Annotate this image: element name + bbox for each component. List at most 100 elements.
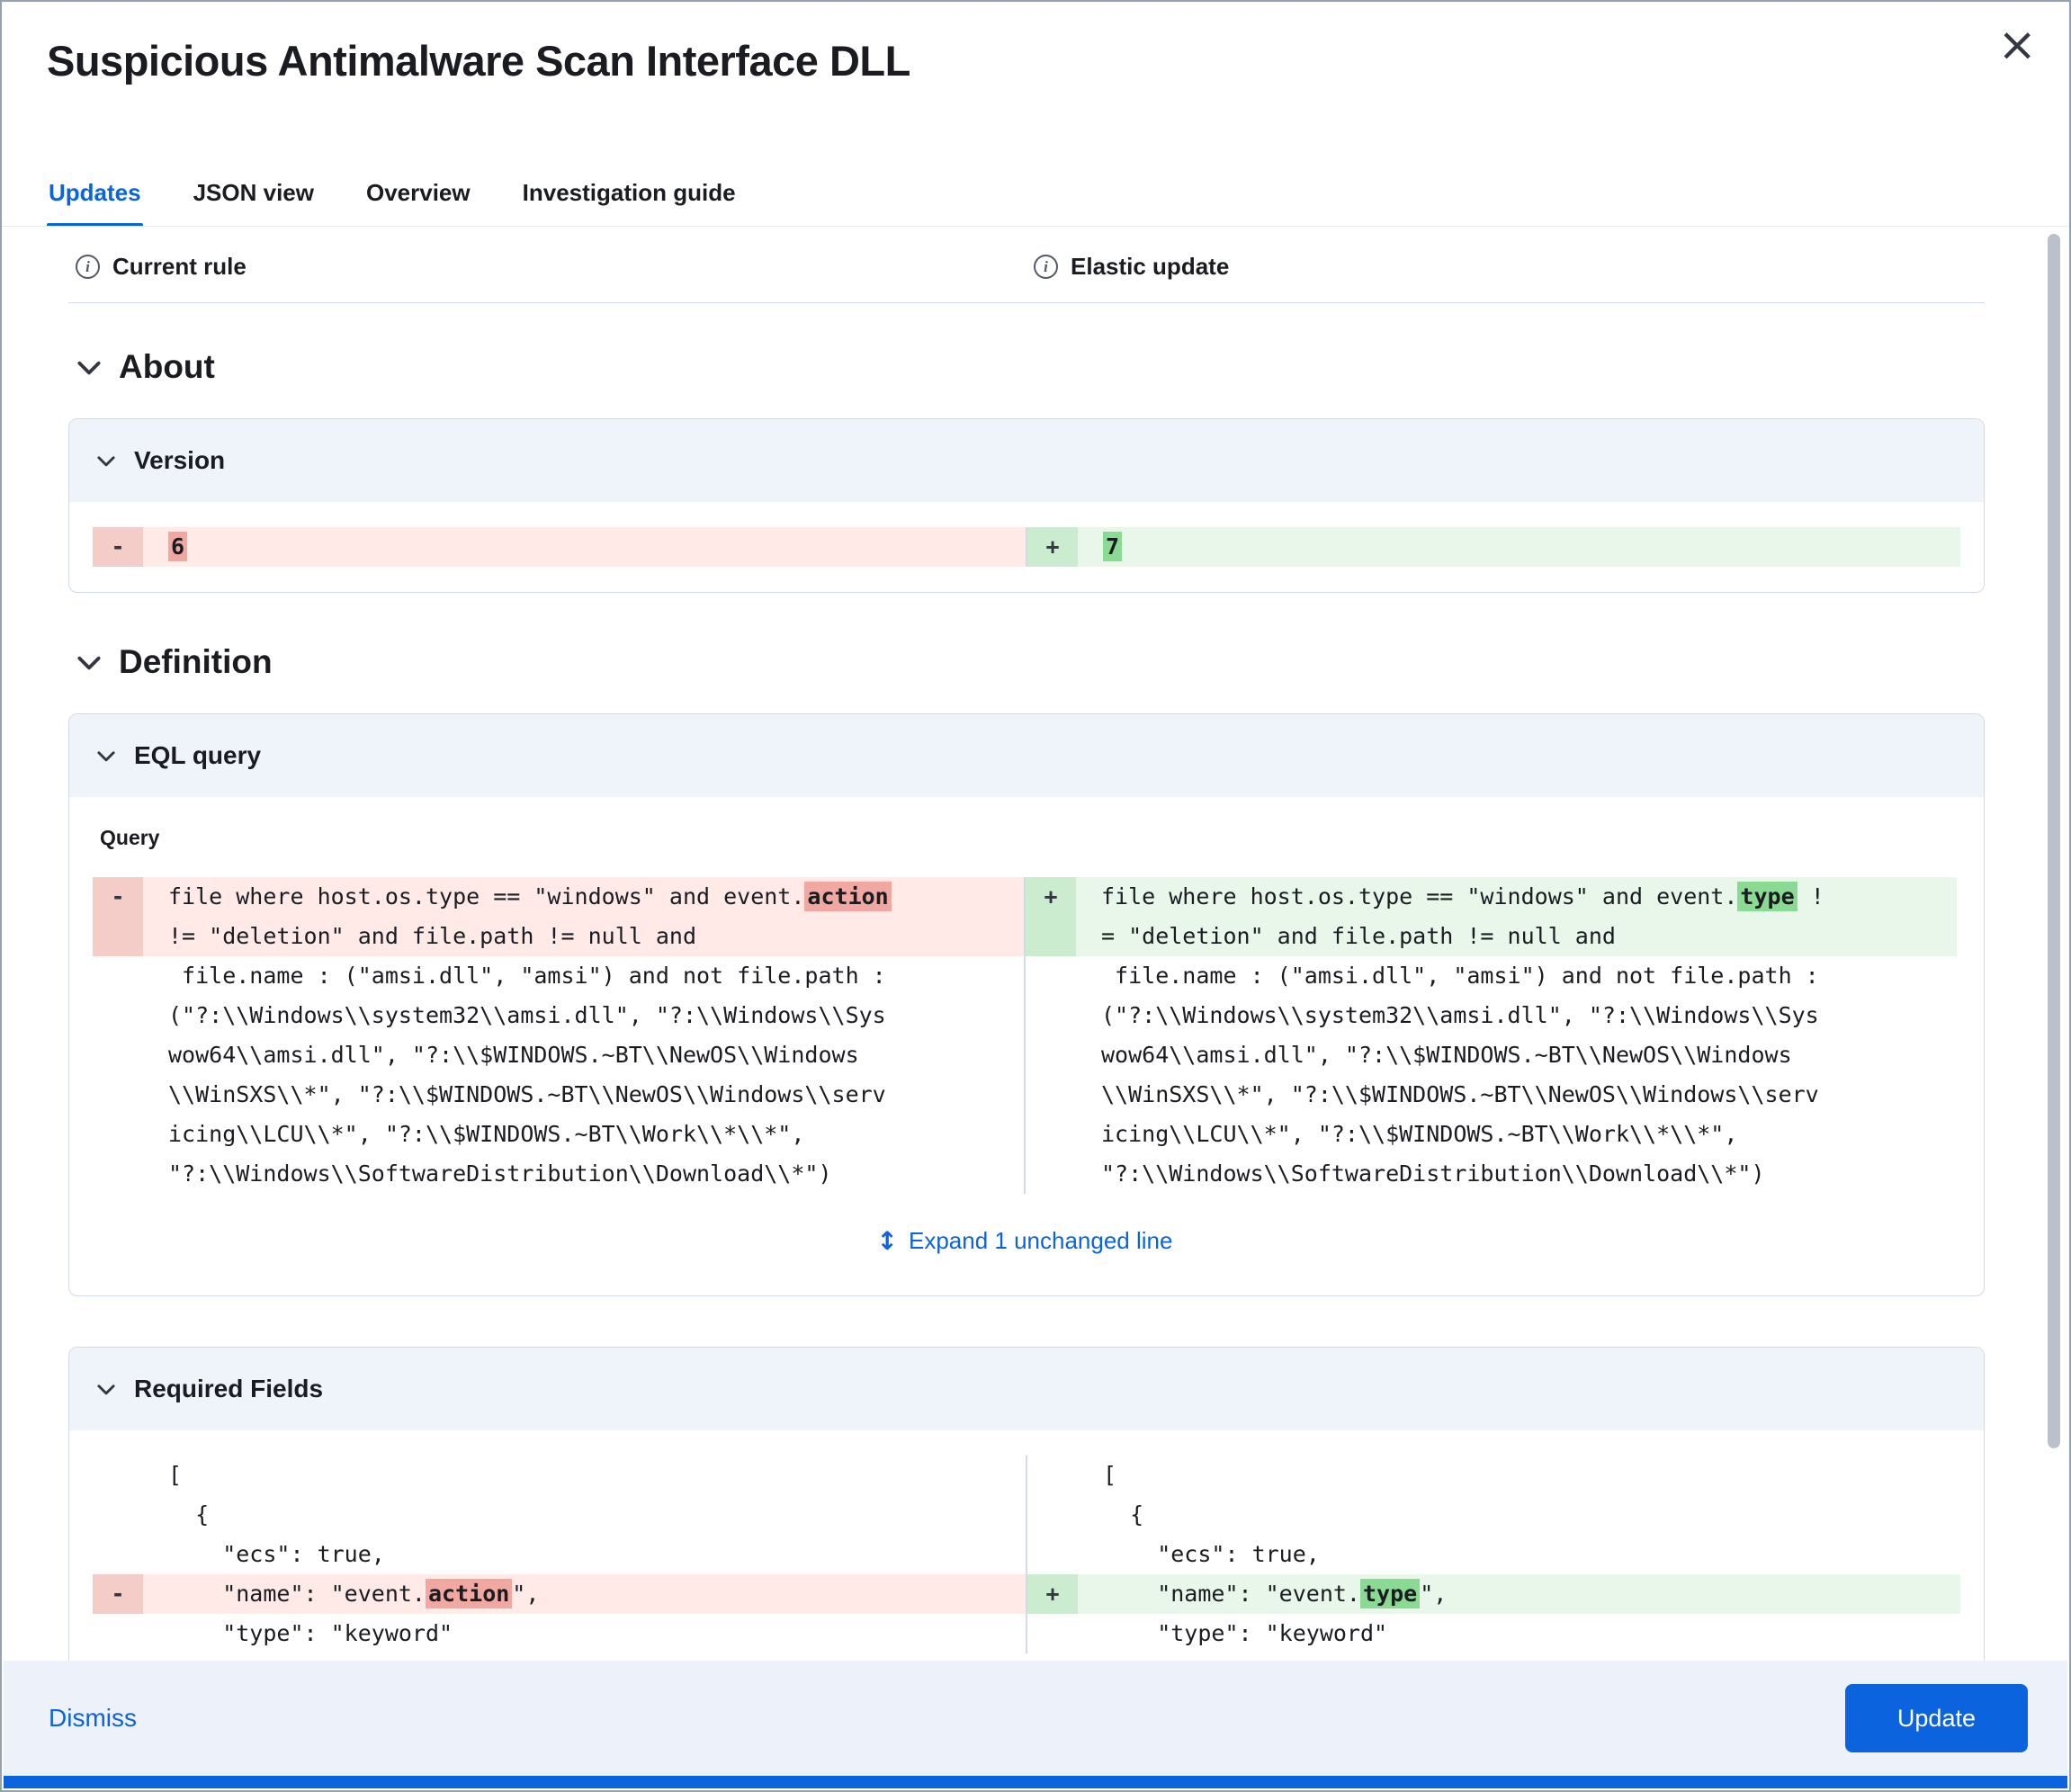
diff-gutter-sign	[1026, 996, 1076, 1035]
version-panel-title: Version	[134, 446, 226, 474]
expand-unchanged-link[interactable]: ↕ Expand 1 unchanged line	[93, 1226, 1957, 1256]
diff-gutter-sign	[1026, 1154, 1076, 1194]
diff-code: {	[168, 1501, 210, 1528]
compare-header: i Current rule i Elastic update	[68, 228, 1985, 281]
diff-changed-token: action	[804, 882, 892, 911]
required-fields-panel-title: Required Fields	[134, 1375, 324, 1402]
flyout-header: Suspicious Antimalware Scan Interface DL…	[2, 2, 2069, 227]
diff-code: "name": "event. type ",	[1078, 1574, 1960, 1614]
diff-gutter-sign	[1027, 1495, 1078, 1535]
scrollbar-thumb[interactable]	[2048, 234, 2060, 1448]
required-fields-diff: [ { "ecs": true, - "name": "event. action "…	[93, 1456, 1960, 1653]
diff-gutter-sign	[93, 917, 143, 956]
diff-code: [	[1103, 1462, 1117, 1488]
elastic-update-column-header: i Elastic update	[1027, 253, 1985, 281]
expand-icon: ↕	[876, 1226, 898, 1256]
diff-code: icing\\LCU\\*", "?:\\$WINDOWS.~BT\\Work\…	[1101, 1121, 1738, 1147]
diff-code: [	[168, 1462, 183, 1488]
info-icon[interactable]: i	[76, 255, 100, 279]
required-fields-panel-body: [ { "ecs": true, - "name": "event. action "…	[69, 1430, 1984, 1664]
diff-line: ("?:\\Windows\\system32\\amsi.dll", "?:\…	[93, 996, 1024, 1035]
diff-line: "ecs": true,	[1027, 1535, 1960, 1574]
eql-panel-header[interactable]: EQL query	[69, 714, 1984, 797]
diff-line: [	[1027, 1456, 1960, 1495]
diff-line: {	[1027, 1495, 1960, 1535]
section-definition-title: Definition	[119, 643, 273, 680]
required-fields-panel-header[interactable]: Required Fields	[69, 1348, 1984, 1430]
diff-code: != "deletion" and file.path != null and	[143, 917, 1024, 956]
version-panel-header[interactable]: Version	[69, 419, 1984, 502]
diff-code: wow64\\amsi.dll", "?:\\$WINDOWS.~BT\\New…	[168, 1042, 859, 1068]
diff-code: "name": "event. action ",	[143, 1574, 1026, 1614]
info-icon[interactable]: i	[1034, 255, 1058, 279]
chevron-down-icon	[74, 352, 104, 382]
diff-line: ("?:\\Windows\\system32\\amsi.dll", "?:\…	[1026, 996, 1957, 1035]
diff-gutter-sign: -	[93, 527, 143, 567]
expand-unchanged-label: Expand 1 unchanged line	[909, 1227, 1173, 1254]
diff-gutter-sign	[93, 1456, 143, 1495]
tab-overview[interactable]: Overview	[364, 179, 472, 227]
diff-code: "ecs": true,	[168, 1541, 385, 1567]
diff-line: + "name": "event. type ",	[1027, 1574, 1960, 1614]
compare-divider	[68, 302, 1985, 303]
version-panel: Version -6 +7	[68, 418, 1985, 593]
updates-scroll-area: i Current rule i Elastic update About Ve…	[2, 228, 2069, 1664]
diff-code: icing\\LCU\\*", "?:\\$WINDOWS.~BT\\Work\…	[168, 1121, 805, 1147]
diff-changed-token: 7	[1103, 532, 1123, 561]
current-rule-column-header: i Current rule	[68, 253, 1027, 281]
diff-gutter-sign	[1026, 1075, 1076, 1115]
diff-code: = "deletion" and file.path != null and	[1076, 917, 1957, 956]
diff-gutter-sign	[1027, 1456, 1078, 1495]
tab-investigation-guide[interactable]: Investigation guide	[521, 179, 738, 227]
diff-line: + file where host.os.type == "windows" an…	[1026, 877, 1957, 917]
diff-code: "type": "keyword"	[1103, 1620, 1388, 1646]
section-definition[interactable]: Definition	[74, 643, 1985, 681]
update-button[interactable]: Update	[1844, 1684, 2028, 1752]
chevron-down-icon	[94, 1377, 118, 1401]
query-label: Query	[100, 826, 160, 849]
diff-gutter-sign	[93, 1535, 143, 1574]
tab-updates[interactable]: Updates	[47, 179, 143, 227]
diff-gutter-sign	[93, 996, 143, 1035]
diff-side-current: -6	[93, 527, 1026, 567]
diff-gutter-sign	[1026, 956, 1076, 996]
diff-line: wow64\\amsi.dll", "?:\\$WINDOWS.~BT\\New…	[1026, 1035, 1957, 1075]
diff-gutter-sign: -	[93, 1574, 143, 1614]
bottom-accent-bar	[4, 1776, 2067, 1788]
diff-code: file where host.os.type == "windows" and…	[143, 877, 1024, 917]
diff-line: [	[93, 1456, 1026, 1495]
diff-gutter-sign: +	[1027, 1574, 1078, 1614]
diff-code: "?:\\Windows\\SoftwareDistribution\\Down…	[1101, 1160, 1765, 1187]
diff-line: icing\\LCU\\*", "?:\\$WINDOWS.~BT\\Work\…	[93, 1115, 1024, 1154]
diff-code: "type": "keyword"	[168, 1620, 453, 1646]
diff-line: icing\\LCU\\*", "?:\\$WINDOWS.~BT\\Work\…	[1026, 1115, 1957, 1154]
diff-line: file.name : ("amsi.dll", "amsi") and not…	[93, 956, 1024, 996]
tab-json-view[interactable]: JSON view	[192, 179, 316, 227]
diff-code: "ecs": true,	[1103, 1541, 1320, 1567]
close-icon[interactable]: ×	[1988, 18, 2046, 72]
chevron-down-icon	[94, 744, 118, 767]
diff-gutter-sign	[1026, 917, 1076, 956]
diff-line: \\WinSXS\\*", "?:\\$WINDOWS.~BT\\NewOS\\…	[1026, 1075, 1957, 1115]
diff-line: file.name : ("amsi.dll", "amsi") and not…	[1026, 956, 1957, 996]
diff-gutter-sign	[93, 1154, 143, 1194]
diff-side-update: + file where host.os.type == "windows" an…	[1026, 877, 1957, 1194]
diff-code: wow64\\amsi.dll", "?:\\$WINDOWS.~BT\\New…	[1101, 1042, 1792, 1068]
diff-gutter-sign	[93, 1495, 143, 1535]
diff-code: \\WinSXS\\*", "?:\\$WINDOWS.~BT\\NewOS\\…	[1101, 1081, 1819, 1107]
diff-code: 7	[1078, 527, 1960, 567]
dismiss-button[interactable]: Dismiss	[49, 1704, 137, 1733]
diff-gutter-sign	[93, 1614, 143, 1653]
version-panel-body: -6 +7	[69, 502, 1984, 592]
diff-code: file where host.os.type == "windows" and…	[1076, 877, 1957, 917]
diff-side-update: +7	[1027, 527, 1960, 567]
diff-line: "?:\\Windows\\SoftwareDistribution\\Down…	[1026, 1154, 1957, 1194]
section-about[interactable]: About	[74, 348, 1985, 386]
rule-update-flyout: Suspicious Antimalware Scan Interface DL…	[0, 0, 2071, 1792]
diff-line: - file where host.os.type == "windows" an…	[93, 877, 1024, 917]
diff-code: {	[1103, 1501, 1144, 1528]
diff-code: ("?:\\Windows\\system32\\amsi.dll", "?:\…	[168, 1002, 886, 1028]
diff-gutter-sign	[1026, 1035, 1076, 1075]
tab-bar: Updates JSON view Overview Investigation…	[47, 179, 738, 227]
section-about-title: About	[119, 348, 215, 385]
